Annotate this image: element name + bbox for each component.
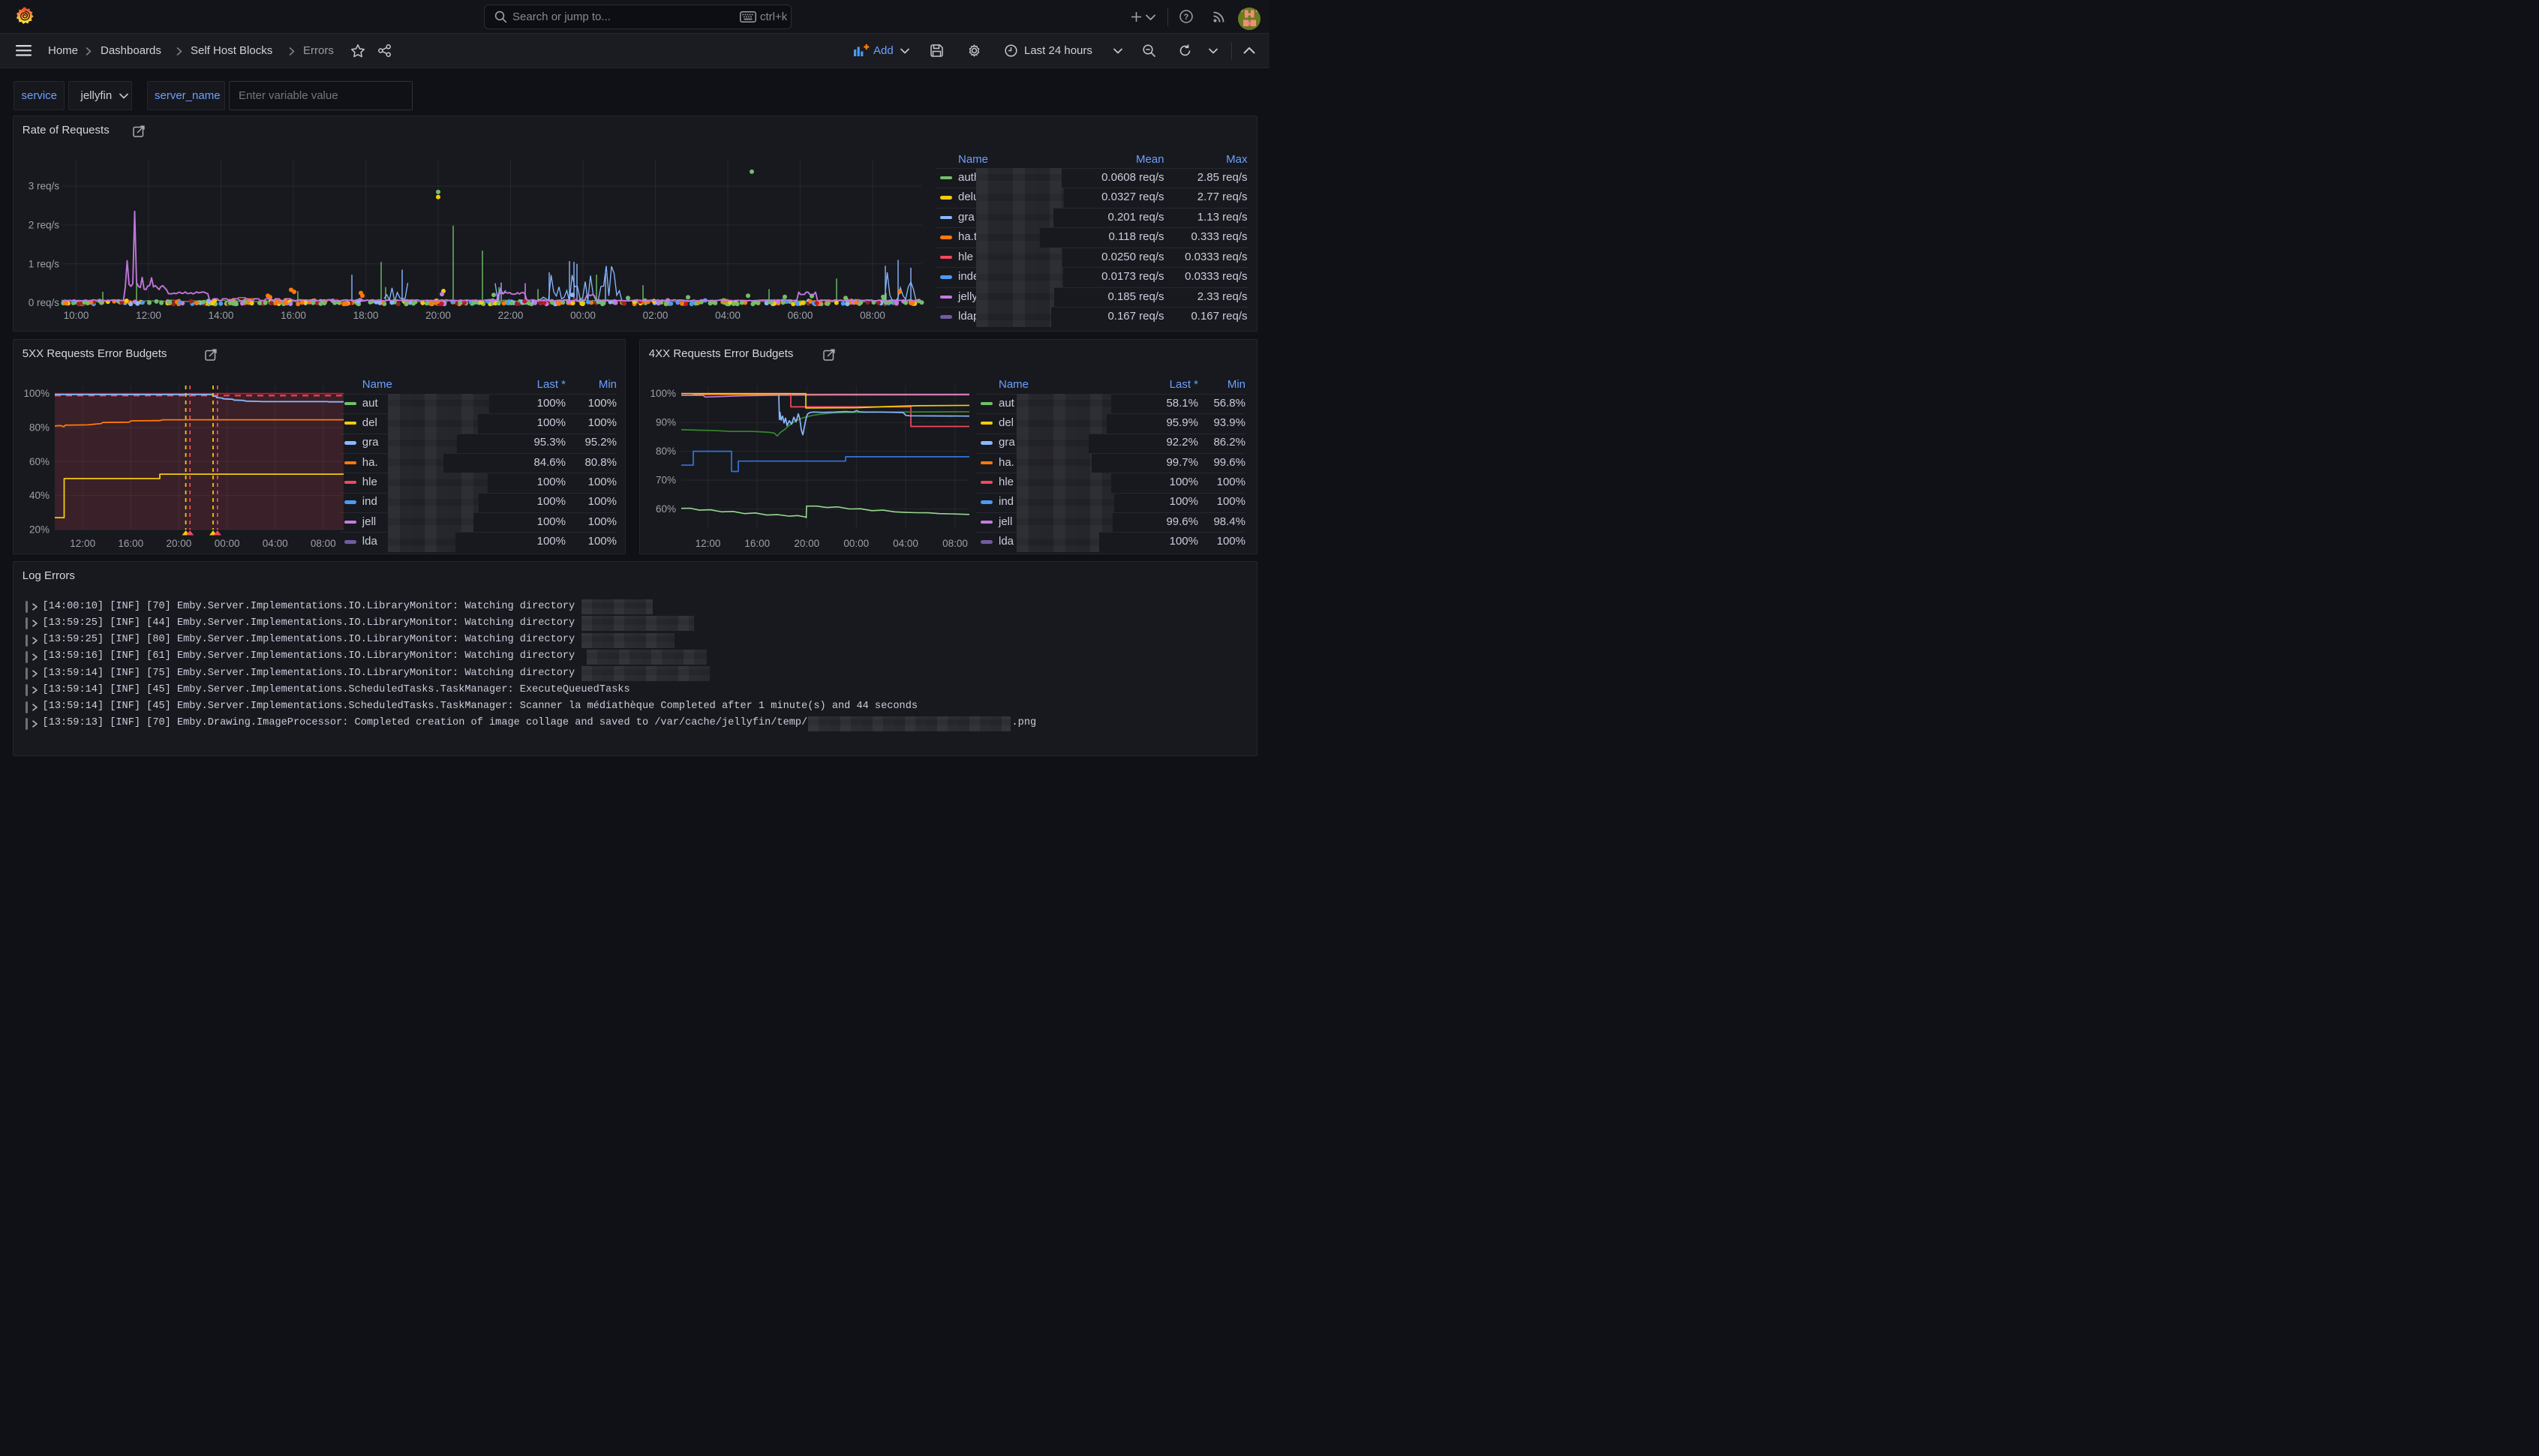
svg-text:12:00: 12:00: [696, 538, 721, 549]
svg-text:00:00: 00:00: [843, 538, 869, 549]
svg-text:100%: 100%: [650, 388, 676, 399]
svg-text:10:00: 10:00: [64, 310, 89, 321]
svg-text:00:00: 00:00: [215, 538, 240, 549]
svg-text:04:00: 04:00: [263, 538, 288, 549]
svg-text:3 req/s: 3 req/s: [29, 181, 60, 192]
svg-text:22:00: 22:00: [498, 310, 524, 321]
svg-text:80%: 80%: [29, 422, 50, 434]
svg-text:60%: 60%: [29, 456, 50, 467]
svg-text:06:00: 06:00: [788, 310, 813, 321]
svg-text:04:00: 04:00: [715, 310, 741, 321]
svg-text:16:00: 16:00: [118, 538, 143, 549]
svg-text:1 req/s: 1 req/s: [29, 258, 60, 269]
svg-text:60%: 60%: [656, 503, 676, 515]
svg-text:14:00: 14:00: [209, 310, 234, 321]
svg-text:20%: 20%: [29, 524, 50, 536]
svg-text:?: ?: [1184, 13, 1189, 22]
svg-text:12:00: 12:00: [70, 538, 95, 549]
svg-text:0 req/s: 0 req/s: [29, 297, 60, 308]
svg-text:20:00: 20:00: [167, 538, 192, 549]
svg-text:20:00: 20:00: [425, 310, 451, 321]
svg-text:80%: 80%: [656, 446, 676, 457]
svg-text:08:00: 08:00: [942, 538, 968, 549]
svg-text:04:00: 04:00: [893, 538, 918, 549]
svg-text:100%: 100%: [23, 388, 50, 399]
svg-text:00:00: 00:00: [570, 310, 596, 321]
svg-text:70%: 70%: [656, 475, 676, 486]
svg-text:16:00: 16:00: [744, 538, 770, 549]
svg-text:12:00: 12:00: [136, 310, 161, 321]
svg-text:08:00: 08:00: [311, 538, 336, 549]
svg-text:08:00: 08:00: [860, 310, 885, 321]
svg-text:16:00: 16:00: [281, 310, 306, 321]
svg-text:18:00: 18:00: [353, 310, 379, 321]
svg-text:90%: 90%: [656, 417, 676, 428]
svg-text:02:00: 02:00: [643, 310, 669, 321]
svg-text:2 req/s: 2 req/s: [29, 220, 60, 231]
svg-text:40%: 40%: [29, 490, 50, 501]
svg-text:20:00: 20:00: [794, 538, 819, 549]
